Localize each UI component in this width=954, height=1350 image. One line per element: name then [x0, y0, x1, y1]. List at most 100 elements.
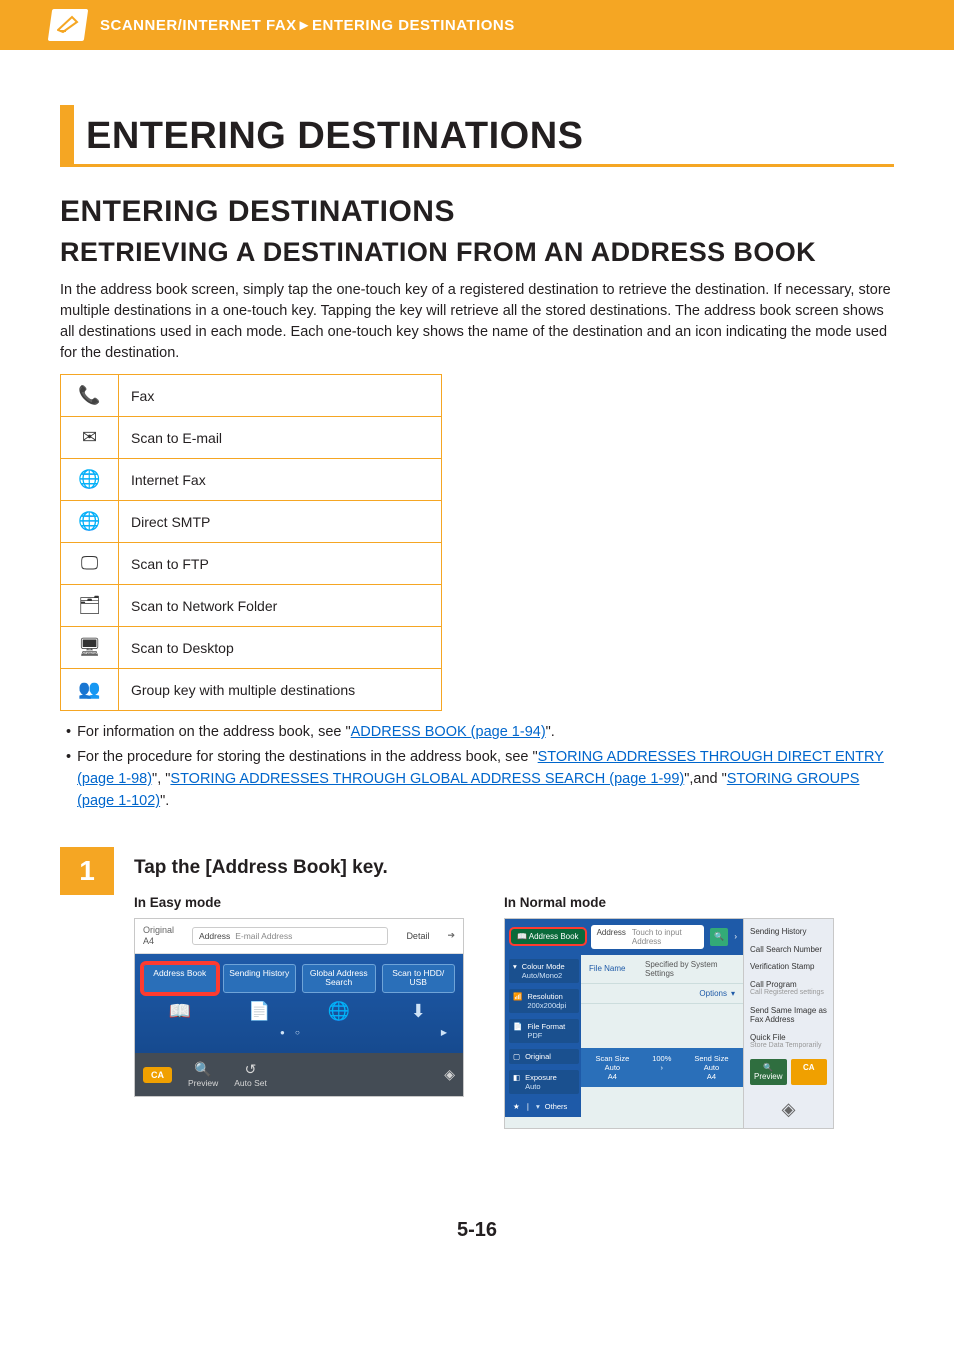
table-row: 🗂Scan to Network Folder	[61, 585, 442, 627]
address-label: Address	[597, 928, 626, 946]
others-button[interactable]: ★❘▾Others	[509, 1100, 579, 1113]
bullet-item: • For the procedure for storing the dest…	[66, 746, 894, 813]
mode-label: Internet Fax	[119, 459, 442, 501]
chevron-right-icon[interactable]: ›	[734, 932, 737, 941]
preview-button[interactable]: 🔍 Preview	[750, 1059, 787, 1085]
bullet-dot: •	[66, 721, 71, 743]
autoset-icon: ↺	[234, 1061, 267, 1078]
bullet-text: For the procedure for storing the destin…	[77, 749, 538, 765]
sidebar-item[interactable]: 📄File FormatPDF	[509, 1019, 579, 1043]
easy-mode-label: In Easy mode	[134, 895, 464, 910]
sidebar-item[interactable]: ▾Colour ModeAuto/Mono2	[509, 959, 579, 983]
table-row: 🖥Scan to Desktop	[61, 627, 442, 669]
settings-sidebar: ▾Colour ModeAuto/Mono2 📶Resolution200x20…	[505, 955, 581, 1117]
bullet-text: ",and "	[684, 771, 727, 787]
action-panel: Sending History Call Search Number Verif…	[743, 919, 833, 1128]
ca-button[interactable]: CA	[791, 1059, 828, 1085]
table-row: ✉Scan to E-mail	[61, 417, 442, 459]
mode-label: Scan to E-mail	[119, 417, 442, 459]
action-item[interactable]: Send Same Image as Fax Address	[750, 1006, 827, 1025]
scanner-icon	[57, 13, 79, 37]
start-button[interactable]: ◈	[750, 1093, 827, 1120]
action-item[interactable]: Call ProgramCall Registered settings	[750, 980, 827, 998]
sidebar-item[interactable]: ▢Original	[509, 1049, 579, 1064]
table-row: 🖵Scan to FTP	[61, 543, 442, 585]
globe-icon: 🌐	[61, 459, 119, 501]
scan-to-hdd-usb-button[interactable]: Scan to HDD/ USB	[382, 964, 456, 994]
arrow-right-icon[interactable]: ➔	[447, 930, 455, 941]
address-placeholder: Touch to input Address	[632, 928, 698, 946]
address-book-button[interactable]: 📖 Address Book	[511, 929, 585, 944]
page-number: 5-16	[60, 1219, 894, 1242]
preview-button[interactable]: 🔍Preview	[188, 1061, 218, 1088]
address-label: Address	[199, 931, 230, 941]
mode-label: Group key with multiple destinations	[119, 669, 442, 711]
mode-label: Scan to FTP	[119, 543, 442, 585]
title-accent-bar	[60, 105, 74, 164]
fax-icon: 📞	[61, 375, 119, 417]
normal-mode-column: In Normal mode 📖 Address Book Address To…	[504, 895, 834, 1129]
mail-icon: ✉	[61, 417, 119, 459]
search-button[interactable]: 🔍	[710, 928, 728, 946]
table-row: 📞Fax	[61, 375, 442, 417]
original-size: A4	[143, 936, 174, 947]
address-placeholder: E-mail Address	[235, 931, 292, 941]
action-item[interactable]: Call Search Number	[750, 945, 827, 955]
normal-mode-label: In Normal mode	[504, 895, 834, 910]
folder-network-icon: 🗂	[61, 585, 119, 627]
start-button[interactable]: ◈	[444, 1066, 455, 1083]
section-title-block: ENTERING DESTINATIONS	[60, 105, 894, 167]
scanner-section-icon	[48, 9, 88, 41]
monitor-icon: 🖵	[61, 543, 119, 585]
step-title: Tap the [Address Book] key.	[134, 857, 894, 879]
bullet-dot: •	[66, 746, 71, 813]
easy-mode-column: In Easy mode Original A4 Address E-mail …	[134, 895, 464, 1129]
bullet-text: ".	[546, 724, 555, 740]
globe-icon: 🌐	[61, 501, 119, 543]
book-icon: 📖	[143, 1001, 217, 1022]
mode-table: 📞Fax ✉Scan to E-mail 🌐Internet Fax 🌐Dire…	[60, 374, 442, 711]
page-title: ENTERING DESTINATIONS	[86, 105, 584, 164]
options-button[interactable]: Options	[699, 989, 727, 998]
action-item[interactable]: Quick FileStore Data Temporarily	[750, 1033, 827, 1051]
group-icon: 👥	[61, 669, 119, 711]
action-item[interactable]: Verification Stamp	[750, 962, 827, 972]
step-number-badge: 1	[60, 847, 114, 895]
action-item[interactable]: Sending History	[750, 927, 827, 937]
ca-button[interactable]: CA	[143, 1067, 172, 1083]
address-input[interactable]: Address Touch to input Address	[591, 925, 705, 949]
global-address-search-button[interactable]: Global Address Search	[302, 964, 376, 994]
subsection-h2: ENTERING DESTINATIONS	[60, 195, 894, 229]
detail-button[interactable]: Detail	[406, 931, 429, 941]
address-book-button[interactable]: Address Book	[143, 964, 217, 994]
sidebar-item[interactable]: ◧ExposureAuto	[509, 1070, 579, 1094]
top-banner: SCANNER/INTERNET FAX►ENTERING DESTINATIO…	[0, 0, 954, 50]
mode-label: Direct SMTP	[119, 501, 442, 543]
sending-history-button[interactable]: Sending History	[223, 964, 297, 994]
step-block: 1 Tap the [Address Book] key. In Easy mo…	[60, 847, 894, 1129]
table-row: 🌐Internet Fax	[61, 459, 442, 501]
file-name-label: File Name	[589, 964, 645, 973]
mode-label: Scan to Network Folder	[119, 585, 442, 627]
link-global-search[interactable]: STORING ADDRESSES THROUGH GLOBAL ADDRESS…	[170, 771, 684, 787]
preview-icon: 🔍	[188, 1061, 218, 1078]
bullet-text: ".	[160, 793, 169, 809]
mode-label: Scan to Desktop	[119, 627, 442, 669]
sidebar-item[interactable]: 📶Resolution200x200dpi	[509, 989, 579, 1013]
table-row: 🌐Direct SMTP	[61, 501, 442, 543]
easy-mode-screenshot: Original A4 Address E-mail Address Detai…	[134, 918, 464, 1097]
history-icon: 📄	[223, 1001, 297, 1022]
link-address-book[interactable]: ADDRESS BOOK (page 1-94)	[351, 724, 546, 740]
bullet-text: For information on the address book, see…	[77, 724, 351, 740]
scan-send-size[interactable]: Scan SizeAutoA4 100%› Send SizeAutoA4	[581, 1048, 743, 1087]
globe-search-icon: 🌐	[302, 1001, 376, 1022]
table-row: 👥Group key with multiple destinations	[61, 669, 442, 711]
normal-mode-screenshot: 📖 Address Book Address Touch to input Ad…	[504, 918, 834, 1129]
breadcrumb: SCANNER/INTERNET FAX►ENTERING DESTINATIO…	[100, 17, 515, 34]
file-name-value[interactable]: Specified by System Settings	[645, 960, 735, 978]
original-label: Original	[143, 925, 174, 936]
address-input[interactable]: Address E-mail Address	[192, 927, 388, 945]
auto-set-button[interactable]: ↺Auto Set	[234, 1061, 267, 1088]
desktop-icon: 🖥	[61, 627, 119, 669]
start-icon: ◈	[444, 1066, 455, 1083]
